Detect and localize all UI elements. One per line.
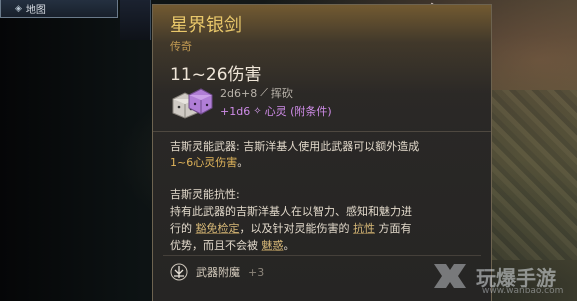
item-damage-range: 11~26伤害	[170, 65, 262, 85]
compass-icon: ◈	[15, 3, 22, 14]
section1-title: 吉斯灵能武器:	[170, 140, 240, 153]
section1-text: 吉斯洋基人使用此武器可以额外造成	[239, 140, 420, 153]
item-name: 星界银剑	[170, 15, 242, 36]
watermark-logo-icon	[434, 264, 466, 288]
weapon-enchant-row: 武器附魔 +3	[170, 263, 264, 281]
keyword-saving-throw[interactable]: 豁免检定	[196, 222, 240, 235]
section2-line3b: 。	[283, 239, 295, 252]
map-button[interactable]: ◈ 地图	[0, 0, 118, 18]
section1-highlight: 1~6心灵伤害	[170, 156, 238, 169]
section2-line3a: 优势，而且不会被	[170, 239, 262, 252]
section2-line2a: 行的	[170, 222, 196, 235]
keyword-charmed[interactable]: 魅惑	[262, 239, 284, 252]
gith-psionic-weapon-text: 吉斯灵能武器: 吉斯洋基人使用此武器可以额外造成 1~6心灵伤害。	[170, 139, 480, 171]
section2-line2b: ，以及针对灵能伤害的	[239, 222, 353, 235]
damage-secondary-type: 心灵 (附条件)	[264, 105, 332, 118]
section2-line1: 持有此武器的吉斯洋基人在以智力、感知和魅力进	[170, 205, 412, 218]
keyword-resistance[interactable]: 抗性	[353, 222, 375, 235]
psychic-icon: ✧	[253, 105, 262, 117]
section1-end: 。	[237, 156, 249, 169]
enchant-value: +3	[248, 265, 265, 279]
damage-primary-type: 挥砍	[270, 87, 293, 100]
damage-primary: 2d6+8 ⟋ 挥砍	[220, 85, 293, 101]
damage-secondary-dice: +1d6	[220, 104, 251, 118]
map-frame	[120, 0, 151, 40]
section2-title: 吉斯灵能抗性:	[170, 188, 240, 201]
damage-secondary: +1d6 ✧ 心灵 (附条件)	[220, 103, 332, 119]
dice-icon	[172, 88, 213, 119]
enchant-icon	[170, 263, 188, 281]
enchant-label: 武器附魔	[196, 266, 240, 279]
damage-primary-dice: 2d6+8	[220, 86, 258, 100]
gith-psionic-resistance-text: 持有此武器的吉斯洋基人在以智力、感知和魅力进 行的 豁免检定，以及针对灵能伤害的…	[170, 203, 480, 254]
watermark-url: www.wanbao.com	[482, 286, 564, 296]
section2-line2c: 方面有	[375, 222, 412, 235]
map-terrain	[482, 90, 577, 260]
map-label: 地图	[25, 5, 46, 16]
slash-icon: ⟋	[260, 86, 268, 99]
item-rarity: 传奇	[170, 40, 192, 53]
